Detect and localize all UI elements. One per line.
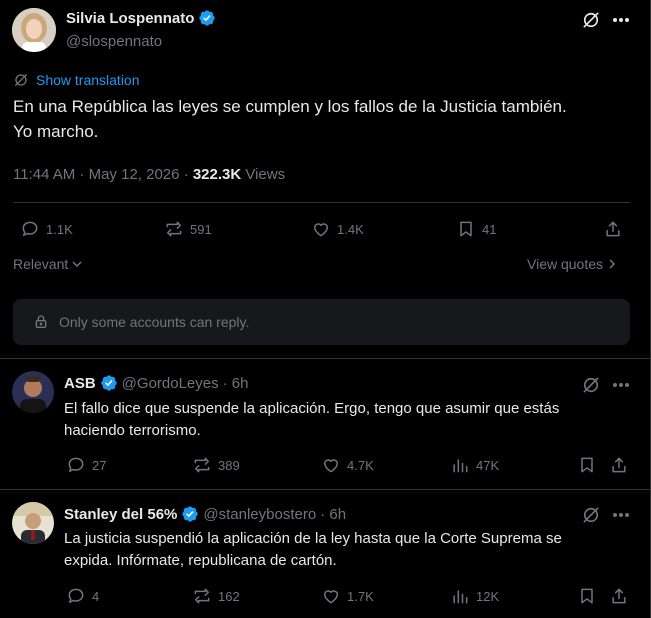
reply-count: 27 <box>92 457 107 473</box>
tweet-text-line-1: En una República las leyes se cumplen y … <box>13 97 567 116</box>
repost-count: 591 <box>190 221 212 237</box>
heart-icon <box>314 223 328 237</box>
grok-icon[interactable] <box>580 374 602 396</box>
like-button[interactable]: 4.7K <box>321 455 374 475</box>
bookmark-icon <box>460 221 472 237</box>
divider <box>13 202 630 203</box>
like-count: 1.4K <box>337 221 364 237</box>
reply-restriction-text: Only some accounts can reply. <box>59 314 250 330</box>
reply-author-handle[interactable]: @GordoLeyes <box>122 375 219 392</box>
sort-label: Relevant <box>13 256 69 272</box>
grok-icon[interactable] <box>580 504 602 526</box>
reply-icon <box>22 221 38 236</box>
reply-author-name[interactable]: ASB <box>64 375 96 392</box>
repost-icon <box>166 221 182 237</box>
reply-text-line-1: La justicia suspendió la aplicación de l… <box>64 530 562 547</box>
bookmark-count: 41 <box>482 221 497 237</box>
translate-icon <box>15 74 27 86</box>
reply-author-name[interactable]: Stanley del 56% <box>64 506 177 523</box>
avatar-portrait <box>12 502 54 544</box>
repost-button[interactable]: 162 <box>192 586 240 606</box>
reply-text-line-2: expida. Infórmate, republicana de cartón… <box>64 552 337 569</box>
chevron-right-icon <box>609 259 616 269</box>
sort-replies-dropdown[interactable]: Relevant <box>13 256 83 272</box>
analytics-icon <box>453 459 468 473</box>
share-icon <box>606 221 620 237</box>
author-handle[interactable]: @slospennato <box>66 33 162 50</box>
lock-icon <box>35 315 47 328</box>
reply-item[interactable]: Stanley del 56% @stanleybostero · 6h La … <box>0 490 651 618</box>
heart-icon <box>324 459 338 473</box>
like-button[interactable]: 1.7K <box>321 586 374 606</box>
tweet-text-line-2: Yo marcho. <box>13 122 99 141</box>
share-button[interactable] <box>603 219 623 239</box>
reply-text: El fallo dice que suspende la aplicación… <box>64 398 639 442</box>
tweet-text: En una República las leyes se cumplen y … <box>13 94 643 144</box>
repost-button[interactable]: 389 <box>192 455 240 475</box>
reply-button[interactable]: 4 <box>66 586 99 606</box>
reply-text-line-1: El fallo dice que suspende la aplicación… <box>64 400 560 417</box>
analytics-icon <box>453 590 468 604</box>
view-quotes-link[interactable]: View quotes <box>527 256 617 272</box>
share-icon <box>612 588 626 604</box>
chevron-down-icon <box>72 261 82 268</box>
verified-badge-icon <box>100 374 118 392</box>
share-icon <box>612 457 626 473</box>
show-translation-label: Show translation <box>36 72 140 88</box>
reply-icon <box>68 457 84 472</box>
bookmark-button[interactable] <box>577 586 597 606</box>
more-options-icon[interactable] <box>610 375 632 395</box>
bookmark-icon <box>581 457 593 473</box>
views-button[interactable]: 47K <box>450 455 499 475</box>
repost-button[interactable]: 591 <box>164 219 212 239</box>
heart-icon <box>324 590 338 604</box>
author-name[interactable]: Silvia Lospennato <box>66 10 194 27</box>
reply-button[interactable]: 27 <box>66 455 106 475</box>
views-count: 47K <box>476 457 500 473</box>
views-count: 12K <box>476 588 500 604</box>
view-quotes-label: View quotes <box>527 256 604 272</box>
share-button[interactable] <box>609 586 629 606</box>
views-count: 322.3K <box>192 166 242 183</box>
tweet-meta: 11:44 AM · May 12, 2026 · 322.3K Views <box>13 166 285 183</box>
avatar-portrait <box>12 8 56 52</box>
bookmark-button[interactable] <box>577 455 597 475</box>
reply-icon <box>68 588 84 603</box>
author-avatar[interactable] <box>12 8 56 52</box>
repost-count: 389 <box>218 457 240 473</box>
avatar-portrait <box>12 371 54 413</box>
grok-icon[interactable] <box>580 9 602 31</box>
reply-count: 1.1K <box>46 221 73 237</box>
like-count: 4.7K <box>347 457 374 473</box>
reply-avatar[interactable] <box>12 371 54 413</box>
tweet-thread: Silvia Lospennato @slospennato Show tran… <box>0 0 651 618</box>
reply-item[interactable]: ASB @GordoLeyes · 6h El fallo dice que s… <box>0 359 651 489</box>
reply-author-handle[interactable]: @stanleybostero <box>203 506 316 523</box>
repost-icon <box>194 457 210 473</box>
reply-text-line-2: haciendo terrorismo. <box>64 422 201 439</box>
more-options-icon[interactable] <box>610 10 632 30</box>
like-button[interactable]: 1.4K <box>311 219 364 239</box>
verified-badge-icon <box>198 9 216 27</box>
share-button[interactable] <box>609 455 629 475</box>
reply-avatar[interactable] <box>12 502 54 544</box>
repost-icon <box>194 588 210 604</box>
bookmark-button[interactable]: 41 <box>456 219 496 239</box>
show-translation-link[interactable]: Show translation <box>13 72 140 88</box>
verified-badge-icon <box>181 505 199 523</box>
more-options-icon[interactable] <box>610 505 632 525</box>
reply-count: 4 <box>92 588 100 604</box>
reply-restriction-notice: Only some accounts can reply. <box>13 299 630 345</box>
reply-text: La justicia suspendió la aplicación de l… <box>64 528 639 572</box>
tweet-timestamp[interactable]: 11:44 AM · May 12, 2026 · <box>13 166 193 183</box>
views-label: Views <box>241 166 286 183</box>
reply-button[interactable]: 1.1K <box>20 219 73 239</box>
reply-age[interactable]: · 6h <box>320 506 346 523</box>
bookmark-icon <box>581 588 593 604</box>
repost-count: 162 <box>218 588 240 604</box>
like-count: 1.7K <box>347 588 374 604</box>
views-button[interactable]: 12K <box>450 586 499 606</box>
reply-age[interactable]: · 6h <box>223 375 249 392</box>
